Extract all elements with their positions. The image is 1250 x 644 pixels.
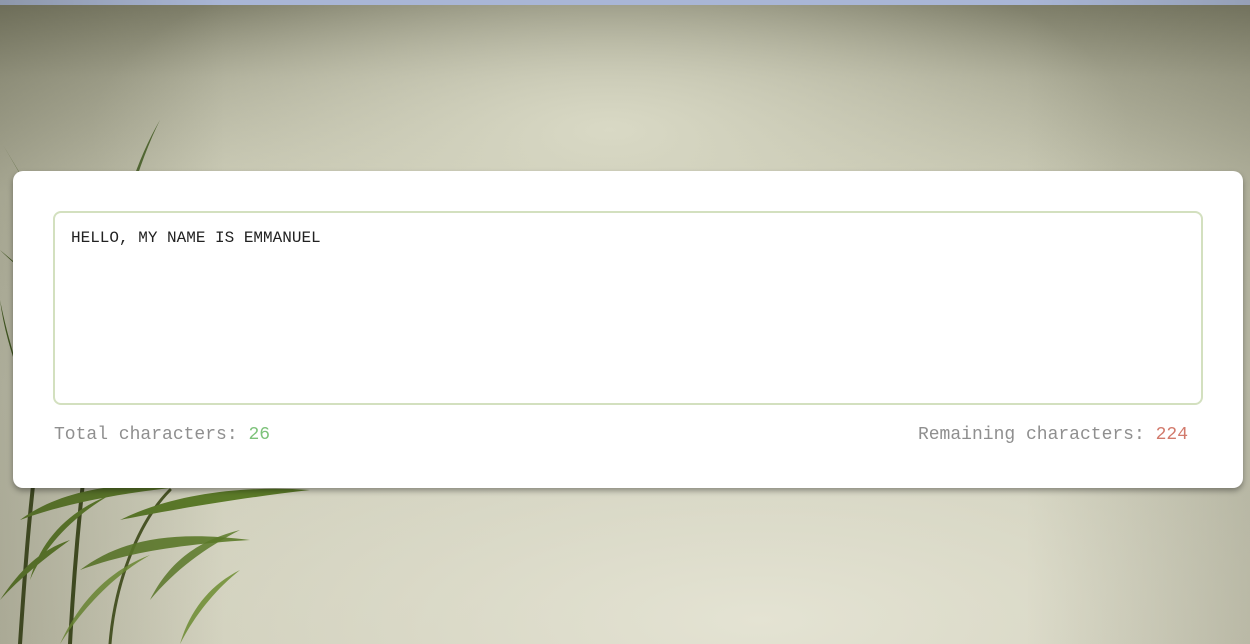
- remaining-characters: Remaining characters: 224: [918, 425, 1188, 445]
- character-counter-card: HELLO, MY NAME IS EMMANUEL Total charact…: [13, 171, 1243, 488]
- message-textarea[interactable]: HELLO, MY NAME IS EMMANUEL: [53, 211, 1203, 405]
- total-characters-label: Total characters:: [54, 425, 249, 445]
- total-characters-value: 26: [248, 425, 271, 445]
- remaining-characters-value: 224: [1155, 425, 1188, 445]
- total-characters: Total characters: 26: [54, 425, 270, 445]
- remaining-characters-label: Remaining characters:: [917, 425, 1156, 445]
- top-strip: [0, 0, 1250, 5]
- counter-row: Total characters: 26 Remaining character…: [54, 425, 1188, 449]
